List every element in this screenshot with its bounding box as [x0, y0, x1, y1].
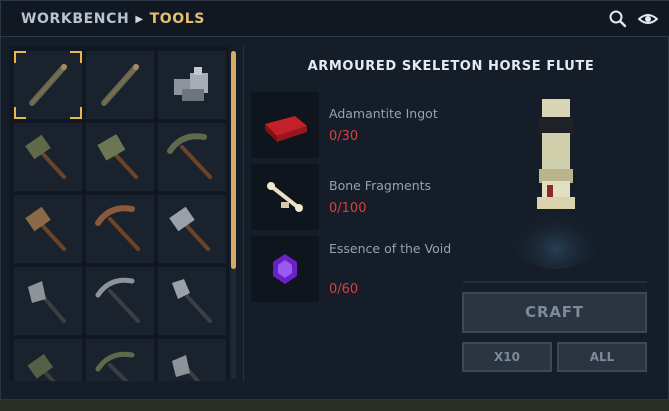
hammer-icon	[97, 134, 138, 179]
material-name: Bone Fragments	[329, 178, 432, 193]
craft-all-button[interactable]: ALL	[557, 342, 647, 372]
material-row: Adamantite Ingot 0/30	[251, 92, 471, 158]
pickaxe-icon	[95, 277, 140, 323]
selection-corner	[70, 51, 82, 63]
grid-slot-hammer[interactable]	[14, 339, 82, 381]
grid-slot-hammer[interactable]	[14, 123, 82, 191]
grid-scrollbar-thumb[interactable]	[231, 51, 236, 269]
breadcrumb-arrow-icon: ▶	[135, 14, 144, 25]
pickaxe-icon	[95, 351, 135, 381]
craft-x10-button[interactable]: X10	[462, 342, 552, 372]
material-icon-slot	[251, 92, 319, 158]
material-icon-slot	[251, 236, 319, 302]
grid-slot-ore[interactable]	[158, 51, 226, 119]
item-preview	[501, 89, 611, 279]
flute-preview-icon	[506, 99, 606, 269]
axe-icon	[28, 281, 66, 323]
void-essence-icon	[273, 254, 297, 284]
selection-corner	[14, 107, 26, 119]
grid-slot-pickaxe[interactable]	[86, 267, 154, 335]
grid-slot-hammer[interactable]	[158, 195, 226, 263]
panel-divider	[243, 46, 244, 382]
grid-slot-hammer[interactable]	[86, 123, 154, 191]
breadcrumb-tools: TOOLS	[149, 11, 205, 27]
grid-slot-hammer[interactable]	[14, 195, 82, 263]
grid-slot-pickaxe[interactable]	[86, 195, 154, 263]
grid-slot-axe[interactable]	[14, 267, 82, 335]
pickaxe-icon	[95, 205, 140, 251]
selection-corner	[70, 107, 82, 119]
material-name: Essence of the Void	[329, 241, 452, 256]
axe-icon	[172, 355, 201, 381]
grid-slot-shovel[interactable]	[158, 267, 226, 335]
crafting-panel: WORKBENCH ▶ TOOLS ARMOURED SKELETON HORS…	[0, 0, 669, 400]
grid-slot-flute-selected[interactable]	[14, 51, 82, 119]
grid-slot-pickaxe[interactable]	[158, 123, 226, 191]
craft-button[interactable]: CRAFT	[462, 292, 647, 333]
breadcrumb: WORKBENCH ▶ TOOLS	[21, 11, 205, 27]
search-icon[interactable]	[608, 9, 628, 29]
game-background-strip	[0, 400, 669, 411]
shovel-icon	[172, 279, 212, 323]
ore-cluster-icon	[174, 67, 208, 101]
material-row: Bone Fragments 0/100	[251, 164, 471, 230]
eye-icon[interactable]	[638, 9, 658, 29]
selection-corner	[14, 51, 26, 63]
material-row: Essence of the Void 0/60	[251, 236, 471, 302]
material-icon-slot	[251, 164, 319, 230]
flute-icon	[101, 64, 139, 106]
grid-slot-axe[interactable]	[158, 339, 226, 381]
grid-slot-flute[interactable]	[86, 51, 154, 119]
panel-header: WORKBENCH ▶ TOOLS	[1, 1, 669, 37]
hammer-icon	[169, 206, 210, 251]
material-count: 0/30	[329, 129, 359, 144]
pickaxe-icon	[167, 133, 212, 179]
flute-icon	[29, 64, 67, 106]
material-name: Adamantite Ingot	[329, 106, 438, 121]
breadcrumb-workbench[interactable]: WORKBENCH	[21, 11, 129, 27]
hammer-icon	[27, 353, 56, 381]
grid-slot-pickaxe[interactable]	[86, 339, 154, 381]
recipe-title: ARMOURED SKELETON HORSE FLUTE	[307, 59, 595, 74]
bone-icon	[267, 182, 303, 212]
hammer-icon	[25, 206, 66, 251]
material-count: 0/60	[329, 282, 359, 297]
item-grid	[9, 46, 229, 381]
hammer-icon	[25, 134, 66, 179]
material-count: 0/100	[329, 201, 367, 216]
ingot-icon	[265, 116, 307, 142]
preview-separator	[463, 281, 647, 283]
